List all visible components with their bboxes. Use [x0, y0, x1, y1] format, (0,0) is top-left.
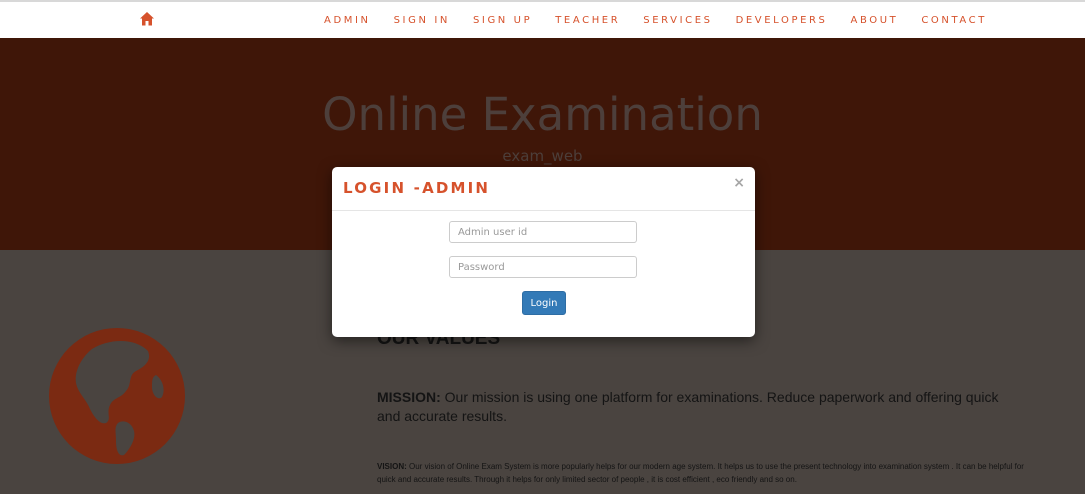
nav-link-admin[interactable]: ADMIN: [324, 15, 371, 26]
nav-link-sign-up[interactable]: SIGN UP: [473, 15, 532, 26]
nav-link-developers[interactable]: DEVELOPERS: [736, 15, 828, 26]
hero-title: Online Examination: [322, 88, 763, 141]
nav-links: ADMIN SIGN IN SIGN UP TEACHER SERVICES D…: [324, 2, 1010, 38]
close-icon[interactable]: ×: [733, 175, 745, 191]
vision-label: VISION:: [377, 462, 407, 471]
modal-header: LOGIN -ADMIN ×: [332, 167, 755, 211]
mission-body: Our mission is using one platform for ex…: [377, 389, 999, 424]
home-icon[interactable]: [139, 11, 155, 27]
mission-text: MISSION: Our mission is using one platfo…: [377, 388, 1017, 426]
password-input[interactable]: [449, 256, 637, 278]
mission-label: MISSION:: [377, 389, 441, 405]
nav-link-about[interactable]: ABOUT: [851, 15, 899, 26]
admin-user-id-input[interactable]: [449, 221, 637, 243]
modal-title: LOGIN -ADMIN: [343, 179, 491, 197]
login-modal: LOGIN -ADMIN × Login: [332, 167, 755, 337]
top-navbar: ADMIN SIGN IN SIGN UP TEACHER SERVICES D…: [0, 0, 1085, 38]
hero-subtitle: exam_web: [502, 147, 583, 165]
nav-link-contact[interactable]: CONTACT: [921, 15, 987, 26]
vision-body: Our vision of Online Exam System is more…: [377, 462, 1024, 484]
nav-link-services[interactable]: SERVICES: [643, 15, 712, 26]
login-button[interactable]: Login: [522, 291, 566, 315]
nav-link-teacher[interactable]: TEACHER: [555, 15, 620, 26]
globe-icon: [49, 328, 185, 464]
vision-text: VISION: Our vision of Online Exam System…: [377, 460, 1037, 486]
nav-link-sign-in[interactable]: SIGN IN: [394, 15, 450, 26]
